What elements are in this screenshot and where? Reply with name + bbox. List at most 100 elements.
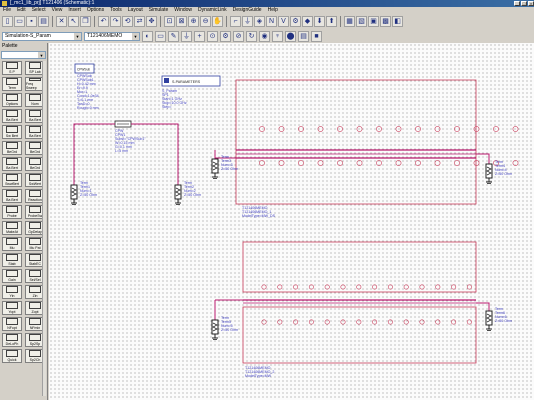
push-icon[interactable]: ⬇: [314, 16, 325, 27]
component-icon[interactable]: ▣: [368, 16, 379, 27]
palette-item[interactable]: S P: [2, 61, 22, 75]
move-icon[interactable]: ✥: [146, 16, 157, 27]
wire: [476, 153, 490, 164]
block-via: [435, 284, 441, 290]
layout-icon[interactable]: ▧: [356, 16, 367, 27]
menu-edit[interactable]: Edit: [14, 7, 29, 14]
palette-item[interactable]: Stab: [2, 253, 22, 267]
wire-icon[interactable]: ⌐: [230, 16, 241, 27]
copy-icon[interactable]: ❐: [80, 16, 91, 27]
display-template-icon[interactable]: ▭: [155, 30, 166, 42]
menu-dynamiclink[interactable]: DynamicLink: [195, 7, 230, 14]
menu-file[interactable]: File: [0, 7, 14, 14]
menu-options[interactable]: Options: [84, 7, 107, 14]
palette-item[interactable]: Yin: [2, 285, 22, 299]
zoom-fit-icon[interactable]: ⊡: [164, 16, 175, 27]
zoom-area-icon[interactable]: ⊠: [176, 16, 187, 27]
palette-item-icon: [29, 238, 41, 245]
palette-item[interactable]: Ba Bert: [2, 157, 22, 171]
simulation-palette-select[interactable]: Simulation-S_Param ▼: [2, 31, 82, 41]
delete-icon[interactable]: ✕: [56, 16, 67, 27]
block-via: [419, 319, 425, 325]
insert-icon[interactable]: +: [194, 30, 205, 42]
palette-item-label: Yopt: [8, 310, 16, 314]
palette-item[interactable]: Options: [2, 93, 22, 107]
palette-item[interactable]: BeGrd: [2, 141, 22, 155]
palette-item[interactable]: Probe: [2, 205, 22, 219]
ground-icon[interactable]: ⏚: [181, 30, 192, 42]
save-icon[interactable]: ▪: [26, 16, 37, 27]
palette-item-icon: [29, 318, 41, 325]
menu-layout[interactable]: Layout: [125, 7, 146, 14]
component-name-select[interactable]: T121406MEMO ▼: [84, 31, 140, 41]
palette-scrollbar[interactable]: [42, 61, 46, 396]
schematic-canvas[interactable]: CPWSub CPWSub CPWSub1 H=0.42 mm Er=9.9 Mur=1 C…: [49, 43, 534, 400]
palette-item-label: StabEC: [28, 262, 42, 266]
palette-item[interactable]: Sw Bert: [2, 125, 22, 139]
ground-icon[interactable]: ⏚: [242, 16, 253, 27]
chevron-down-icon: ▼: [38, 52, 45, 58]
select-arrow-icon[interactable]: ↖: [68, 16, 79, 27]
palette-item[interactable]: MakeAt: [2, 221, 22, 235]
print-icon[interactable]: ▤: [38, 16, 49, 27]
palette-item[interactable]: NFopt: [2, 317, 22, 331]
deactivate-icon[interactable]: ⊘: [233, 30, 244, 42]
zoom-icon[interactable]: ⊙: [207, 30, 218, 42]
maximize-button[interactable]: □: [521, 1, 527, 6]
zoom-in-icon[interactable]: ⊕: [188, 16, 199, 27]
menu-help[interactable]: Help: [265, 7, 281, 14]
palette-item[interactable]: Gain: [2, 269, 22, 283]
palette-item[interactable]: Term: [2, 77, 22, 91]
palette-item[interactable]: DeLoPh: [2, 333, 22, 347]
palette-item-icon: [29, 270, 41, 277]
palette-item[interactable]: SwwBert: [2, 173, 22, 187]
block-via: [259, 160, 265, 166]
rotate-icon[interactable]: ↻: [246, 30, 257, 42]
menu-designguide[interactable]: DesignGuide: [230, 7, 265, 14]
component-palette: Palette ▼ S P SP Lab Term Freq Sweep Options…: [0, 43, 48, 400]
menu-view[interactable]: View: [49, 7, 66, 14]
rotate-icon[interactable]: ⟲: [122, 16, 133, 27]
tuning-icon[interactable]: ♆: [272, 30, 283, 42]
close-button[interactable]: ×: [528, 1, 534, 6]
palette-item[interactable]: Mu: [2, 237, 22, 251]
edit-component-icon[interactable]: ✎: [168, 30, 179, 42]
component-library-icon[interactable]: ◐: [142, 30, 153, 42]
data-display-icon[interactable]: ▩: [380, 16, 391, 27]
menu-simulate[interactable]: Simulate: [146, 7, 171, 14]
cpw-param: L=5 mm: [115, 149, 128, 153]
open-folder-icon[interactable]: ▭: [14, 16, 25, 27]
name-icon[interactable]: N: [266, 16, 277, 27]
minimize-button[interactable]: _: [514, 1, 520, 6]
simulate-icon[interactable]: ⚙: [220, 30, 231, 42]
menu-window[interactable]: Window: [171, 7, 195, 14]
optimize-icon[interactable]: ◉: [259, 30, 270, 42]
table-icon[interactable]: ▤: [298, 30, 309, 42]
mirror-icon[interactable]: ⇄: [134, 16, 145, 27]
history-icon[interactable]: ◧: [392, 16, 403, 27]
redo-icon[interactable]: ↷: [110, 16, 121, 27]
grid-icon[interactable]: ▦: [344, 16, 355, 27]
generate-icon[interactable]: ⬤: [285, 30, 296, 42]
palette-category-select[interactable]: ▼: [1, 51, 46, 59]
port-icon[interactable]: ◈: [254, 16, 265, 27]
menu-tools[interactable]: Tools: [107, 7, 125, 14]
menu-insert[interactable]: Insert: [65, 7, 84, 14]
palette-item[interactable]: Yopt: [2, 301, 22, 315]
simulate-icon[interactable]: ⚙: [290, 16, 301, 27]
menu-bar: File Edit Select View Insert Options Too…: [0, 7, 534, 14]
pan-icon[interactable]: ✋: [212, 16, 223, 27]
pop-icon[interactable]: ⬆: [326, 16, 337, 27]
var-icon[interactable]: V: [278, 16, 289, 27]
palette-item[interactable]: Quick: [2, 349, 22, 363]
zoom-out-icon[interactable]: ⊖: [200, 16, 211, 27]
stop-icon[interactable]: ■: [311, 30, 322, 42]
new-file-icon[interactable]: ▯: [2, 16, 13, 27]
palette-item[interactable]: Ba Bert: [2, 189, 22, 203]
tune-icon[interactable]: ◆: [302, 16, 313, 27]
block-via: [466, 319, 472, 325]
undo-icon[interactable]: ↶: [98, 16, 109, 27]
palette-item-icon: [29, 94, 41, 101]
menu-select[interactable]: Select: [29, 7, 49, 14]
palette-item[interactable]: Ba Bert: [2, 109, 22, 123]
